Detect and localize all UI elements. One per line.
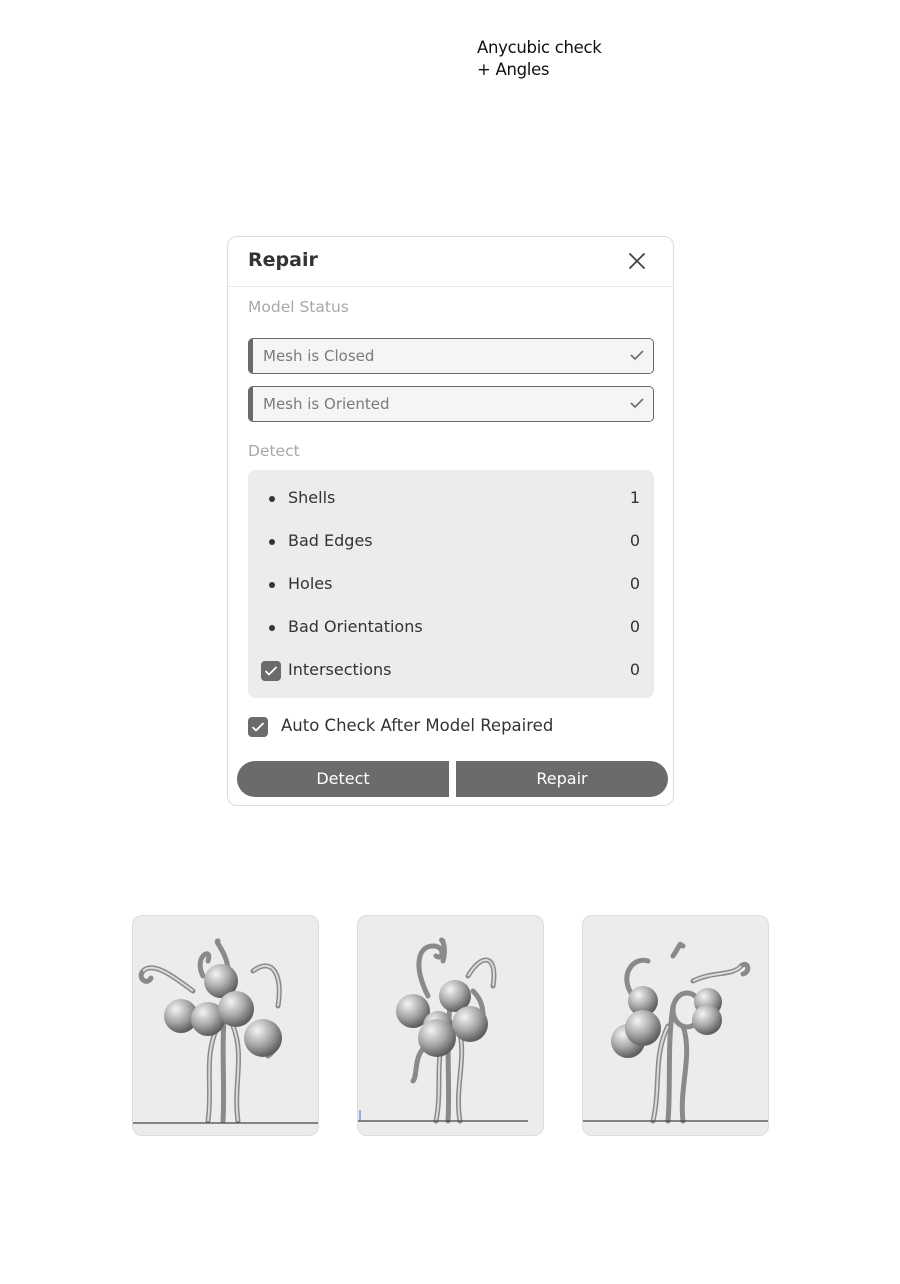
model-view-back[interactable] [582, 915, 769, 1136]
bullet-icon [269, 496, 275, 502]
status-mesh-oriented: Mesh is Oriented [248, 386, 654, 422]
tree-model-image [358, 937, 528, 1124]
detect-row-label: Bad Edges [288, 531, 373, 550]
detect-row-label: Holes [288, 574, 333, 593]
detect-row-label: Intersections [288, 660, 392, 679]
auto-check-label: Auto Check After Model Repaired [281, 716, 554, 735]
checkmark-icon [630, 350, 644, 361]
status-mesh-closed: Mesh is Closed [248, 338, 654, 374]
detect-row-value: 0 [629, 574, 640, 593]
detect-row-label: Shells [288, 488, 336, 507]
detect-row-bad-orientations: Bad Orientations 0 [248, 612, 654, 642]
checkmark-icon [251, 722, 265, 732]
checkmark-icon [630, 398, 644, 409]
status-label: Mesh is Closed [263, 347, 375, 365]
model-view-side[interactable] [357, 915, 544, 1136]
bullet-icon [269, 539, 275, 545]
caption-line-1: Anycubic check [477, 38, 602, 57]
detect-row-value: 0 [629, 660, 640, 679]
dialog-title: Repair [248, 249, 318, 271]
detect-row-value: 0 [629, 617, 640, 636]
detect-row-label: Bad Orientations [288, 617, 423, 636]
detect-label: Detect [248, 442, 300, 460]
intersections-checkbox[interactable] [261, 661, 281, 681]
auto-check-checkbox[interactable] [248, 717, 268, 737]
dialog-header: Repair [228, 237, 673, 287]
bullet-icon [269, 582, 275, 588]
caption-line-2: + Angles [477, 60, 550, 79]
detect-row-value: 0 [629, 531, 640, 550]
checkmark-icon [264, 666, 278, 676]
model-view-front[interactable] [132, 915, 319, 1136]
repair-button[interactable]: Repair [456, 761, 668, 797]
detect-row-bad-edges: Bad Edges 0 [248, 526, 654, 556]
tree-model-image [583, 941, 768, 1124]
tree-model-image [133, 938, 318, 1124]
detect-row-intersections: Intersections 0 [248, 655, 654, 685]
repair-dialog: Repair Model Status Mesh is Closed Mesh … [227, 236, 674, 806]
bullet-icon [269, 625, 275, 631]
close-icon[interactable] [627, 251, 647, 271]
detect-row-holes: Holes 0 [248, 569, 654, 599]
detect-row-shells: Shells 1 [248, 483, 654, 513]
caption: Anycubic check + Angles [477, 37, 602, 81]
detect-results-panel: Shells 1 Bad Edges 0 Holes 0 Bad Orienta… [248, 470, 654, 698]
status-label: Mesh is Oriented [263, 395, 390, 413]
model-status-label: Model Status [248, 298, 349, 316]
detect-button[interactable]: Detect [237, 761, 449, 797]
detect-row-value: 1 [629, 488, 640, 507]
